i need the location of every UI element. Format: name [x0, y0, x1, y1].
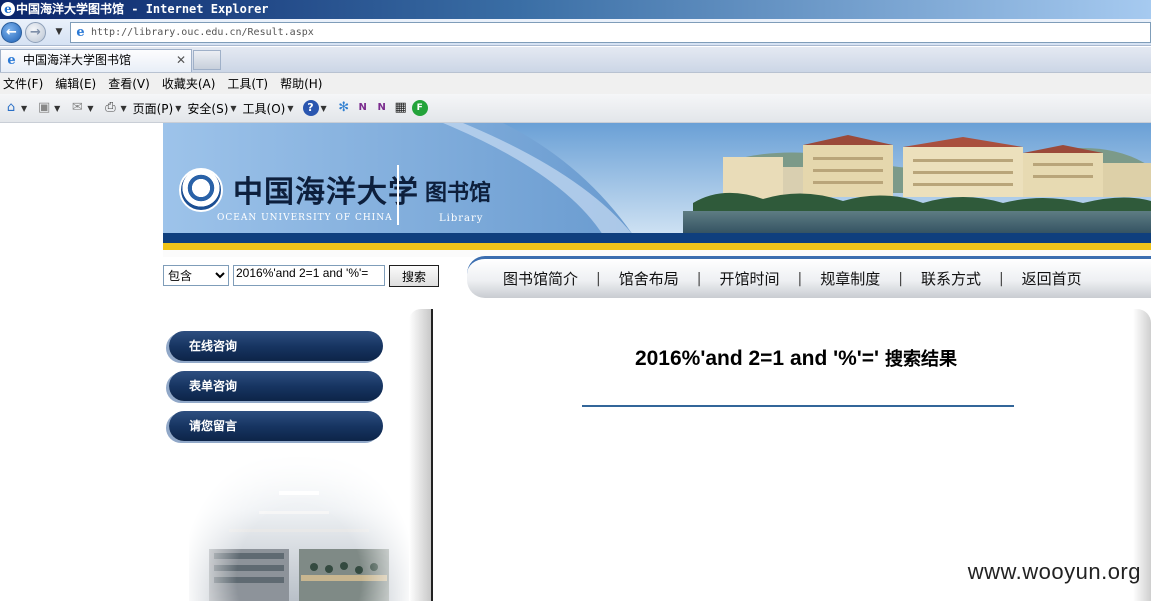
menu-help[interactable]: 帮助(H)	[277, 74, 331, 94]
forward-arrow-icon: →	[30, 25, 41, 40]
address-bar[interactable]: e	[70, 22, 1151, 43]
safety-menu[interactable]: 安全(S)	[187, 100, 228, 117]
window-title: 中国海洋大学图书馆	[16, 2, 125, 16]
help-dropdown-icon[interactable]: ▼	[321, 104, 327, 113]
window-title-bar: e 中国海洋大学图书馆 - Internet Explorer	[0, 0, 1151, 19]
command-bar: ⌂ ▼ ▣ ▼ ✉ ▼ ⎙ ▼ 页面(P) ▼ 安全(S) ▼ 工具(O) ▼ ? ▼ ✻ N …	[0, 94, 1151, 123]
feeds-icon[interactable]: ▣	[36, 100, 52, 116]
search-button[interactable]: 搜索	[389, 265, 439, 287]
print-icon[interactable]: ⎙	[102, 100, 118, 116]
nav-separator: |	[696, 270, 702, 287]
addon-green-icon[interactable]: F	[411, 100, 428, 116]
search-results: 2016%'and 2=1 and '%'=' 搜索结果	[433, 309, 1151, 601]
mail-icon[interactable]: ✉	[69, 100, 85, 116]
nav-home[interactable]: 返回首页	[1022, 268, 1082, 289]
nav-library-intro[interactable]: 图书馆简介	[503, 268, 578, 289]
address-input[interactable]	[91, 23, 1150, 42]
screen-capture-icon[interactable]: ▦	[393, 100, 409, 116]
university-logo	[179, 168, 223, 212]
tab-label: 中国海洋大学图书馆	[23, 53, 132, 67]
search-scope-select[interactable]: 包含	[163, 265, 229, 286]
result-suffix-text: 搜索结果	[885, 349, 958, 370]
reading-room-illustration	[209, 491, 389, 601]
tab-strip: e 中国海洋大学图书馆 ✕	[0, 47, 1151, 72]
menu-bar: 文件(F) 编辑(E) 查看(V) 收藏夹(A) 工具(T) 帮助(H)	[0, 72, 1151, 94]
watermark: www.wooyun.org	[967, 559, 1141, 584]
site-search-bar: 包含 2016%'and 2=1 and '%'= 搜索	[163, 265, 463, 289]
print-dropdown-icon[interactable]: ▼	[120, 104, 126, 113]
tab-current[interactable]: e 中国海洋大学图书馆 ✕	[0, 49, 192, 72]
nav-separator: |	[596, 270, 601, 287]
onenote-icon[interactable]: N	[355, 100, 371, 116]
library-name-cn: 图书馆	[425, 180, 492, 206]
sidebar: 在线咨询 表单咨询 请您留言	[163, 309, 433, 601]
home-dropdown-icon[interactable]: ▼	[21, 104, 27, 113]
nav-building-layout[interactable]: 馆舍布局	[619, 268, 679, 289]
address-row: ← → ▼ e	[0, 19, 1151, 46]
internet-explorer-icon: e	[1, 2, 15, 16]
page-icon: e	[76, 25, 85, 40]
sidebar-leave-message[interactable]: 请您留言	[169, 411, 383, 441]
search-input[interactable]: 2016%'and 2=1 and '%'=	[233, 265, 385, 286]
mail-dropdown-icon[interactable]: ▼	[87, 104, 93, 113]
site-nav: 图书馆简介 | 馆舍布局 | 开馆时间 | 规章制度 | 联系方式 | 返回首页	[467, 256, 1151, 298]
home-icon[interactable]: ⌂	[3, 100, 19, 116]
nav-separator: |	[998, 270, 1004, 287]
result-query-text: 2016%'and 2=1 and '%'='	[634, 347, 880, 370]
nav-regulations[interactable]: 规章制度	[820, 268, 880, 289]
safety-menu-dropdown-icon[interactable]: ▼	[230, 104, 236, 113]
tab-page-icon: e	[7, 53, 16, 68]
page-menu[interactable]: 页面(P)	[133, 100, 174, 117]
library-site: 中国海洋大学 OCEAN UNIVERSITY OF CHINA 图书馆 Lib…	[163, 123, 1151, 601]
university-name-en: OCEAN UNIVERSITY OF CHINA	[217, 213, 393, 223]
window-app-name: Internet Explorer	[145, 2, 269, 16]
page-menu-dropdown-icon[interactable]: ▼	[175, 104, 181, 113]
menu-view[interactable]: 查看(V)	[105, 74, 159, 94]
forward-button[interactable]: →	[25, 22, 46, 43]
research-gear-icon[interactable]: ✻	[336, 100, 352, 116]
library-name-en: Library	[439, 213, 484, 224]
close-tab-icon[interactable]: ✕	[176, 50, 186, 71]
result-heading: 2016%'and 2=1 and '%'=' 搜索结果	[433, 345, 1151, 371]
menu-edit[interactable]: 编辑(E)	[52, 74, 105, 94]
new-tab-button[interactable]	[193, 50, 221, 70]
content-edge-shade	[1133, 309, 1151, 601]
sidebar-form-consult[interactable]: 表单咨询	[169, 371, 383, 401]
back-button[interactable]: ←	[1, 22, 22, 43]
nav-separator: |	[898, 270, 903, 287]
reading-room-photo	[189, 449, 409, 601]
nav-contact[interactable]: 联系方式	[921, 268, 981, 289]
banner-divider	[397, 165, 399, 225]
menu-favorites[interactable]: 收藏夹(A)	[159, 74, 225, 94]
history-dropdown-button[interactable]: ▼	[52, 24, 66, 40]
tools-menu[interactable]: 工具(O)	[243, 100, 286, 117]
menu-tools[interactable]: 工具(T)	[224, 74, 277, 94]
university-name-cn: 中国海洋大学	[233, 175, 419, 210]
feeds-dropdown-icon[interactable]: ▼	[54, 104, 60, 113]
window-title-separator: -	[124, 2, 146, 16]
onenote-linked-icon[interactable]: N	[374, 100, 390, 116]
site-banner: 中国海洋大学 OCEAN UNIVERSITY OF CHINA 图书馆 Lib…	[163, 123, 1151, 257]
sidebar-shade	[409, 309, 431, 601]
tools-menu-dropdown-icon[interactable]: ▼	[287, 104, 293, 113]
help-icon[interactable]: ?	[302, 100, 319, 116]
menu-file[interactable]: 文件(F)	[0, 74, 52, 94]
result-divider	[582, 405, 1014, 407]
nav-separator: |	[797, 270, 803, 287]
nav-opening-hours[interactable]: 开馆时间	[719, 268, 779, 289]
sidebar-online-consult[interactable]: 在线咨询	[169, 331, 383, 361]
back-arrow-icon: ←	[6, 25, 17, 40]
